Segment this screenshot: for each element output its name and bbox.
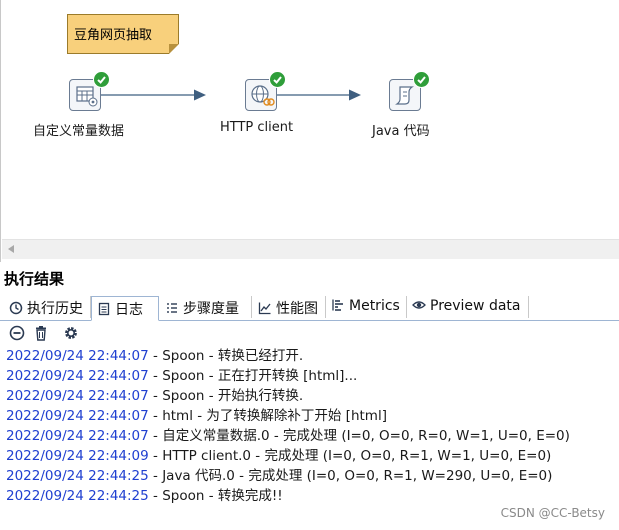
log-timestamp: 2022/09/24 22:44:07 [6,428,149,444]
scroll-left-arrow-icon[interactable] [8,245,14,253]
log-message: - Spoon - 正在打开转换 [html]... [148,368,358,384]
log-timestamp: 2022/09/24 22:44:25 [6,468,149,484]
gear-icon[interactable] [63,325,79,341]
log-message: - html - 为了转换解除补丁开始 [html] [148,408,387,424]
hop-2-arrow [349,89,361,101]
tab-preview-data[interactable]: Preview data [407,296,529,318]
transformation-canvas[interactable]: 豆角网页抽取 自定义常量数据 HTTP client Java 代码 [0,0,619,262]
results-panel-title: 执行结果 [4,270,65,288]
tab-log[interactable]: 日志 [91,296,159,321]
tab-label: 性能图 [276,301,318,317]
hop-1-arrow [194,89,206,101]
step-metrics-icon [167,303,177,313]
log-message: - Spoon - 开始执行转换. [148,388,304,404]
log-timestamp: 2022/09/24 22:44:07 [6,408,149,424]
watermark: CSDN @CC-Betsy [500,506,605,520]
log-line: 2022/09/24 22:44:07 - Spoon - 开始执行转换. [6,386,616,406]
log-message: - 自定义常量数据.0 - 完成处理 (I=0, O=0, R=0, W=1, … [148,428,570,444]
performance-chart-icon [258,302,271,315]
log-message: - Spoon - 转换完成!! [148,488,283,504]
log-line: 2022/09/24 22:44:07 - html - 为了转换解除补丁开始 … [6,406,616,426]
log-output[interactable]: 2022/09/24 22:44:07 - Spoon - 转换已经打开. 202… [6,346,616,506]
log-message: - Spoon - 转换已经打开. [148,348,304,364]
results-tab-bar: 执行历史 日志 步骤度量 性能图 Metrics Preview data [0,296,619,321]
canvas-horizontal-scrollbar[interactable] [2,239,619,259]
success-check-icon [413,71,430,88]
step-label: 自定义常量数据 [33,124,125,139]
history-icon [9,301,23,315]
success-check-icon [93,71,110,88]
tab-label: Preview data [430,298,521,314]
log-line: 2022/09/24 22:44:09 - HTTP client.0 - 完成… [6,446,616,466]
tab-label: 执行历史 [27,301,83,317]
tab-label: Metrics [349,298,400,314]
success-check-icon [269,71,286,88]
tab-label: 步骤度量 [183,301,239,317]
log-line: 2022/09/24 22:44:07 - Spoon - 正在打开转换 [ht… [6,366,616,386]
tab-metrics[interactable]: Metrics [326,296,407,318]
log-timestamp: 2022/09/24 22:44:07 [6,368,149,384]
preview-eye-icon [412,301,426,309]
clear-log-icon[interactable] [9,325,25,341]
step-label: Java 代码 [372,124,430,139]
log-line: 2022/09/24 22:44:25 - Spoon - 转换完成!! [6,486,616,506]
tab-execution-history[interactable]: 执行历史 [4,296,91,318]
log-line: 2022/09/24 22:44:07 - 自定义常量数据.0 - 完成处理 (… [6,426,616,446]
trash-icon[interactable] [33,325,49,341]
log-icon [98,302,110,316]
log-line: 2022/09/24 22:44:25 - Java 代码.0 - 完成处理 (… [6,466,616,486]
log-timestamp: 2022/09/24 22:44:07 [6,388,149,404]
tab-step-metrics[interactable]: 步骤度量 [160,296,252,318]
log-toolbar [0,322,619,344]
metrics-icon [332,299,343,311]
tab-performance-chart[interactable]: 性能图 [253,296,326,318]
log-line: 2022/09/24 22:44:07 - Spoon - 转换已经打开. [6,346,616,366]
tab-label: 日志 [115,302,143,318]
log-timestamp: 2022/09/24 22:44:09 [6,448,149,464]
log-message: - HTTP client.0 - 完成处理 (I=0, O=0, R=1, W… [148,448,552,464]
log-message: - Java 代码.0 - 完成处理 (I=0, O=0, R=1, W=290… [148,468,553,484]
log-timestamp: 2022/09/24 22:44:25 [6,488,149,504]
step-label: HTTP client [220,120,294,135]
log-timestamp: 2022/09/24 22:44:07 [6,348,149,364]
